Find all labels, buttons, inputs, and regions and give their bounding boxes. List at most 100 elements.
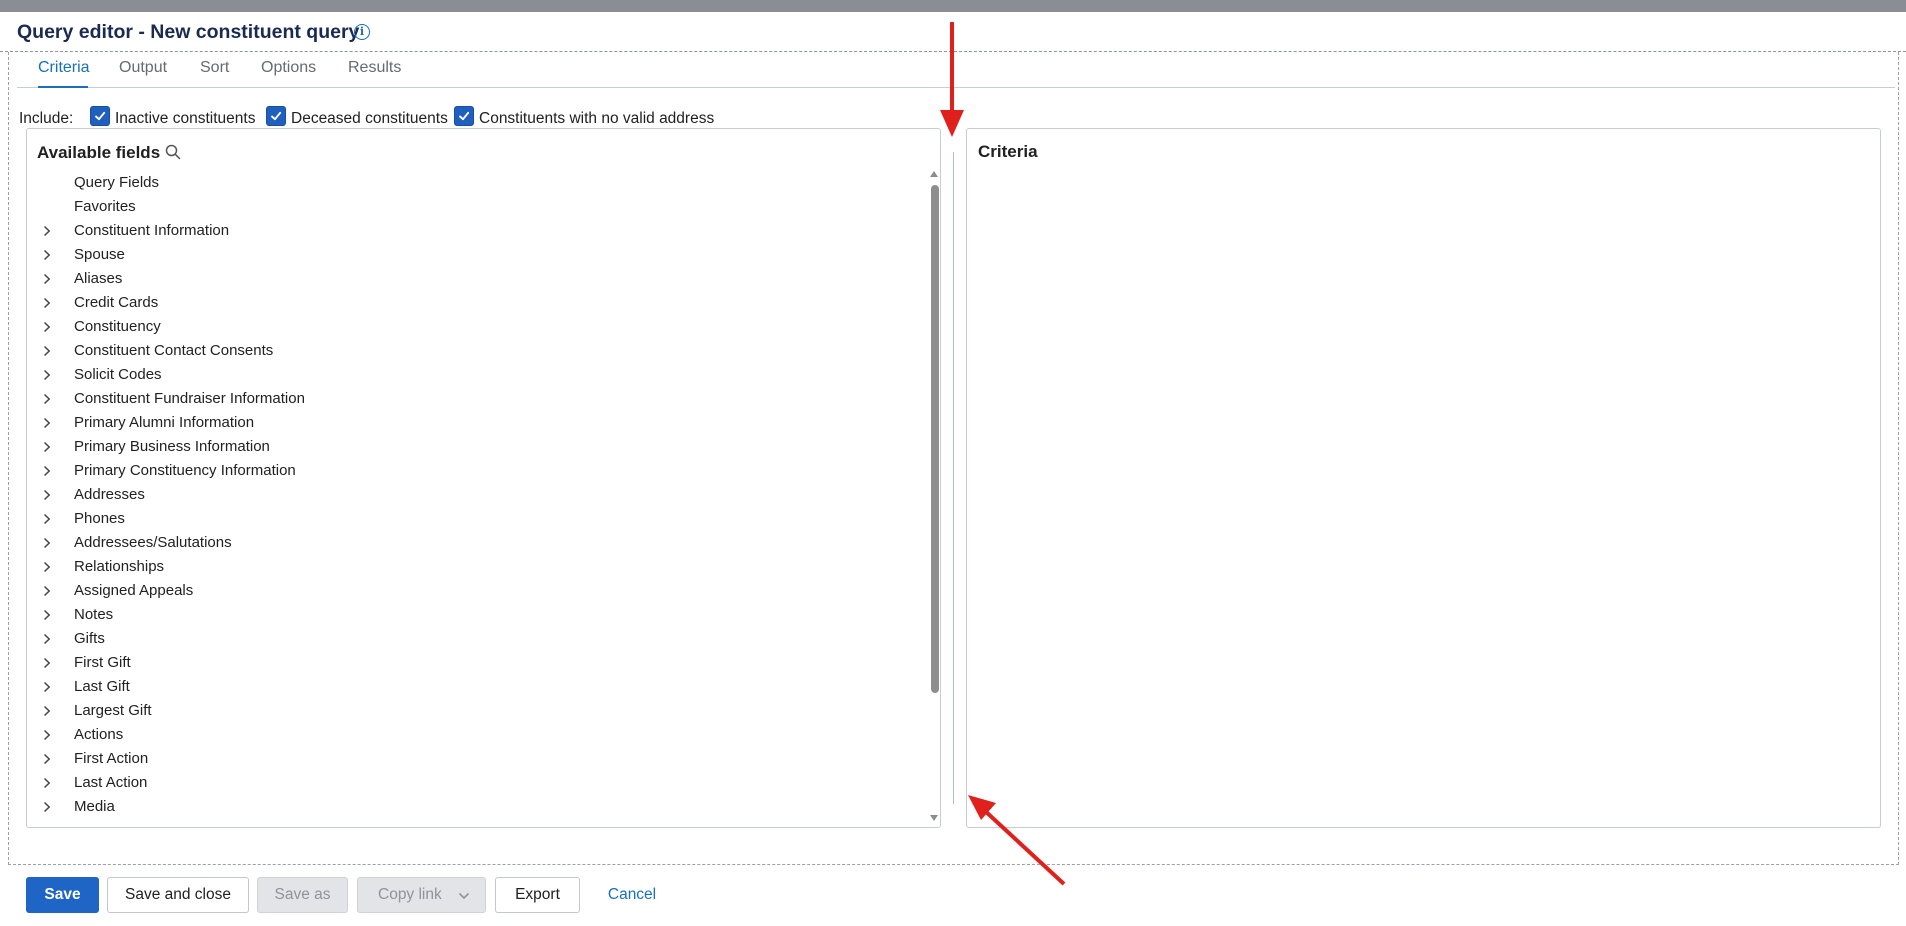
checkmark-icon [95, 111, 106, 121]
save-button[interactable]: Save [26, 877, 99, 913]
checkmark-icon [459, 111, 470, 121]
tree-item[interactable]: Phones [27, 507, 927, 531]
available-fields-panel: Available fields Query Fields Favorites Co… [26, 128, 941, 828]
tree-item[interactable]: First Action [27, 747, 927, 771]
info-circle-icon[interactable]: i [354, 24, 370, 40]
chevron-right-icon[interactable] [43, 248, 51, 265]
copy-link-button[interactable]: Copy link [357, 877, 486, 913]
tree-item-label: Last Gift [74, 678, 130, 695]
tree-item[interactable]: Constituent Information [27, 219, 927, 243]
inactive-constituents-label[interactable]: Inactive constituents [115, 110, 255, 128]
dialog-header: Query editor - New constituent query i [0, 12, 1906, 52]
scrollbar-thumb[interactable] [931, 185, 939, 693]
chevron-right-icon[interactable] [43, 512, 51, 529]
scroll-up-arrow-icon[interactable] [930, 171, 938, 177]
available-fields-tree: Query Fields Favorites Constituent Informa… [27, 171, 927, 823]
chevron-right-icon[interactable] [43, 584, 51, 601]
tree-item[interactable]: Spouse [27, 243, 927, 267]
save-and-close-button[interactable]: Save and close [107, 877, 249, 913]
tree-item-label: Phones [74, 510, 125, 527]
tree-item[interactable]: First Gift [27, 651, 927, 675]
chevron-down-icon [458, 892, 470, 900]
tree-item[interactable]: Gifts [27, 627, 927, 651]
tree-item[interactable]: Last Gift [27, 675, 927, 699]
save-as-button[interactable]: Save as [257, 877, 348, 913]
tree-item[interactable]: Actions [27, 723, 927, 747]
tab-sort[interactable]: Sort [200, 59, 229, 88]
chevron-right-icon[interactable] [43, 224, 51, 241]
chevron-right-icon[interactable] [43, 392, 51, 409]
tree-item[interactable]: Notes [27, 603, 927, 627]
chevron-right-icon[interactable] [43, 416, 51, 433]
include-label: Include: [19, 110, 74, 127]
tree-item-label: Relationships [74, 558, 165, 575]
tree-item-label: Last Action [74, 774, 148, 791]
tree-item[interactable]: Constituent Fundraiser Information [27, 387, 927, 411]
chevron-right-icon[interactable] [43, 608, 51, 625]
tree-item[interactable]: Addresses [27, 483, 927, 507]
cancel-button[interactable]: Cancel [596, 877, 668, 913]
chevron-right-icon[interactable] [43, 296, 51, 313]
panel-splitter[interactable] [953, 152, 954, 804]
copy-link-label: Copy link [378, 886, 442, 903]
tree-item[interactable]: Favorites [27, 195, 927, 219]
tab-output[interactable]: Output [119, 59, 167, 88]
export-button[interactable]: Export [495, 877, 580, 913]
no-valid-address-label[interactable]: Constituents with no valid address [479, 110, 714, 128]
tree-item[interactable]: Addressees/Salutations [27, 531, 927, 555]
chevron-right-icon[interactable] [43, 728, 51, 745]
tree-item[interactable]: Assigned Appeals [27, 579, 927, 603]
tree-item-label: Primary Business Information [74, 438, 270, 455]
chevron-right-icon[interactable] [43, 656, 51, 673]
chevron-right-icon[interactable] [43, 488, 51, 505]
tab-options[interactable]: Options [261, 59, 316, 88]
tree-item-label: Constituent Information [74, 222, 230, 239]
tree-item[interactable]: Solicit Codes [27, 363, 927, 387]
tree-item[interactable]: Constituent Contact Consents [27, 339, 927, 363]
deceased-constituents-checkbox[interactable] [266, 106, 286, 126]
no-valid-address-checkbox[interactable] [454, 106, 474, 126]
chevron-right-icon[interactable] [43, 536, 51, 553]
chevron-right-icon[interactable] [43, 752, 51, 769]
chevron-right-icon[interactable] [43, 704, 51, 721]
dialog-title: Query editor - New constituent query [17, 21, 360, 43]
scroll-down-arrow-icon[interactable] [930, 815, 938, 821]
tab-results[interactable]: Results [348, 59, 401, 88]
chevron-right-icon[interactable] [43, 272, 51, 289]
chevron-right-icon[interactable] [43, 368, 51, 385]
tree-item[interactable]: Relationships [27, 555, 927, 579]
tree-item-label: Credit Cards [74, 294, 159, 311]
tree-item[interactable]: Primary Alumni Information [27, 411, 927, 435]
tree-item[interactable]: Largest Gift [27, 699, 927, 723]
tree-item-label: Solicit Codes [74, 366, 162, 383]
chevron-right-icon[interactable] [43, 776, 51, 793]
tree-item[interactable]: Primary Constituency Information [27, 459, 927, 483]
tree-item[interactable]: Aliases [27, 267, 927, 291]
chevron-right-icon[interactable] [43, 560, 51, 577]
deceased-constituents-label[interactable]: Deceased constituents [291, 110, 448, 128]
fields-scrollbar[interactable] [928, 169, 940, 823]
tree-item[interactable]: Custom Fields [27, 819, 927, 823]
chevron-right-icon[interactable] [43, 344, 51, 361]
chevron-right-icon[interactable] [43, 320, 51, 337]
tree-item-label: First Gift [74, 654, 131, 671]
tree-item-label: Notes [74, 606, 114, 623]
chevron-right-icon[interactable] [43, 440, 51, 457]
tree-item[interactable]: Credit Cards [27, 291, 927, 315]
tree-item[interactable]: Last Action [27, 771, 927, 795]
chevron-right-icon[interactable] [43, 464, 51, 481]
tree-item[interactable]: Constituency [27, 315, 927, 339]
chevron-right-icon[interactable] [43, 632, 51, 649]
tab-criteria[interactable]: Criteria [38, 59, 90, 88]
chevron-right-icon[interactable] [43, 800, 51, 817]
criteria-heading: Criteria [978, 142, 1038, 161]
inactive-constituents-checkbox[interactable] [90, 106, 110, 126]
tree-item[interactable]: Primary Business Information [27, 435, 927, 459]
tree-item-label: Favorites [74, 198, 136, 215]
tree-item-label: Constituent Fundraiser Information [74, 390, 305, 407]
tree-item[interactable]: Media [27, 795, 927, 819]
search-icon[interactable] [165, 144, 181, 165]
tree-item[interactable]: Query Fields [27, 171, 927, 195]
checkmark-icon [271, 111, 282, 121]
chevron-right-icon[interactable] [43, 680, 51, 697]
